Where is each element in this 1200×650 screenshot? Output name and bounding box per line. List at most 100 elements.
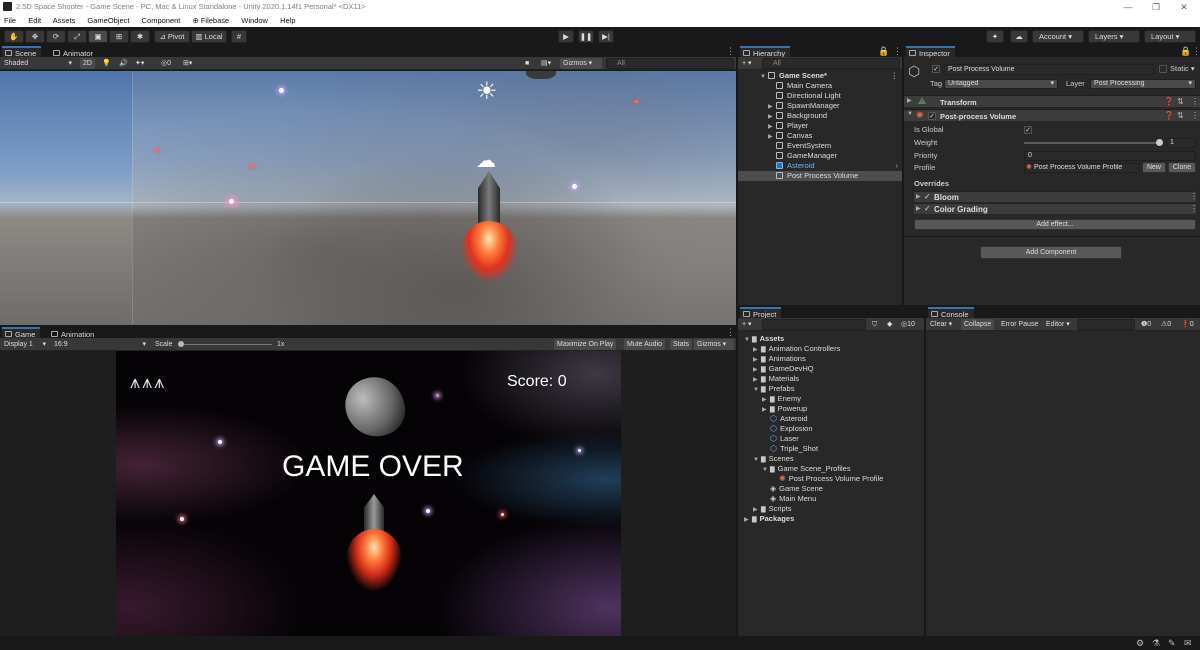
presets-icon[interactable]: ⇅ bbox=[1177, 111, 1184, 120]
foldout-arrow-icon[interactable]: ▶ bbox=[916, 193, 921, 200]
stats-toggle[interactable]: Stats bbox=[670, 339, 692, 350]
hierarchy-item[interactable]: Asteroid › bbox=[768, 161, 900, 171]
menu-window[interactable]: Window bbox=[241, 16, 268, 25]
presets-icon[interactable]: ⇅ bbox=[1177, 97, 1184, 106]
maximize-on-play-toggle[interactable]: Maximize On Play bbox=[554, 339, 617, 350]
error-pause-toggle[interactable]: Error Pause bbox=[998, 319, 1042, 330]
hierarchy-item[interactable]: EventSystem bbox=[768, 141, 900, 151]
hierarchy-lock-icon[interactable]: 🔒 bbox=[878, 47, 889, 56]
menu-component[interactable]: Component bbox=[142, 16, 181, 25]
aspect-dropdown[interactable]: 16:9 ▾ bbox=[51, 339, 149, 350]
tab-animation[interactable]: Animation bbox=[48, 327, 100, 339]
hierarchy-item[interactable]: Post Process Volume bbox=[738, 171, 902, 181]
progress-icon[interactable]: ⚙ bbox=[1136, 638, 1144, 649]
audio-icon[interactable]: 🔊 bbox=[116, 58, 131, 69]
clear-button[interactable]: Clear ▾ bbox=[927, 319, 956, 330]
warning-filter-toggle[interactable]: ⚠0 bbox=[1158, 319, 1175, 330]
project-item[interactable]: ▼ ▇ Prefabs bbox=[753, 384, 794, 394]
post-process-enabled-checkbox[interactable]: ✓ bbox=[928, 112, 936, 120]
project-item[interactable]: ▶ ▇ Enemy bbox=[762, 394, 801, 404]
project-item[interactable]: ▼ ▇ Assets bbox=[744, 334, 784, 344]
minimize-button[interactable]: — bbox=[1116, 0, 1140, 14]
scale-tool-icon[interactable]: ⤢ bbox=[67, 30, 87, 43]
folder-foldout-icon[interactable]: ▶ bbox=[744, 515, 752, 525]
log-filter-toggle[interactable]: ❶0 bbox=[1138, 319, 1155, 330]
hierarchy-item[interactable]: ▶ Background bbox=[768, 111, 900, 121]
project-item[interactable]: ▶ ▇ Powerup bbox=[762, 404, 807, 414]
tab-console[interactable]: Console bbox=[928, 307, 974, 319]
project-search-input[interactable] bbox=[762, 319, 866, 330]
collab-icon[interactable]: ✦ bbox=[986, 30, 1004, 43]
tab-project[interactable]: Project bbox=[740, 307, 782, 319]
mute-audio-toggle[interactable]: Mute Audio bbox=[624, 339, 666, 350]
hierarchy-menu-icon[interactable]: ⋮ bbox=[893, 47, 902, 56]
gizmos-dropdown[interactable]: Gizmos ▾ bbox=[560, 58, 602, 69]
hidden-packages-icon[interactable]: ◎10 bbox=[898, 319, 918, 330]
scene-viewport[interactable]: ☀ ☁ bbox=[0, 71, 736, 325]
layer-dropdown[interactable]: Post Processing ▾ bbox=[1090, 79, 1196, 89]
foldout-arrow-icon[interactable]: ▶ bbox=[916, 205, 921, 212]
maximize-button[interactable]: ❐ bbox=[1144, 0, 1168, 14]
menu-gameobject[interactable]: GameObject bbox=[87, 16, 129, 25]
hidden-objects-icon[interactable]: ◎0 bbox=[158, 58, 175, 69]
close-button[interactable]: ✕ bbox=[1172, 0, 1196, 14]
project-item[interactable]: ▶ ▇ Animation Controllers bbox=[753, 344, 840, 354]
draw-mode-icon[interactable]: ▤▾ bbox=[538, 58, 555, 69]
scene-search-input[interactable]: All bbox=[606, 58, 734, 69]
custom-tool-icon[interactable]: ✱ bbox=[130, 30, 150, 43]
project-item[interactable]: ⬡ Triple_Shot bbox=[762, 444, 818, 454]
prefab-open-arrow-icon[interactable]: › bbox=[896, 161, 899, 171]
layers-dropdown[interactable]: Layers ▾ bbox=[1088, 30, 1140, 43]
pause-button[interactable]: ❚❚ bbox=[578, 30, 594, 43]
project-item[interactable]: ▼ ▇ Game Scene_Profiles bbox=[762, 464, 851, 474]
scale-slider-track[interactable] bbox=[180, 344, 272, 345]
color-grading-menu-icon[interactable]: ⋮ bbox=[1190, 204, 1198, 213]
menu-help[interactable]: Help bbox=[280, 16, 295, 25]
cache-server-icon[interactable]: ⚗ bbox=[1152, 638, 1160, 649]
filter-by-label-icon[interactable]: ◆ bbox=[884, 319, 896, 330]
hierarchy-item[interactable]: GameManager bbox=[768, 151, 900, 161]
project-item[interactable]: ◈ Main Menu bbox=[762, 494, 816, 504]
debug-mode-icon[interactable]: ✎ bbox=[1168, 638, 1176, 649]
active-checkbox[interactable]: ✓ bbox=[932, 65, 940, 73]
menu-edit[interactable]: Edit bbox=[28, 16, 41, 25]
static-dropdown[interactable]: Static ▾ bbox=[1170, 64, 1195, 74]
help-icon[interactable]: ❓ bbox=[1164, 111, 1174, 120]
hierarchy-item[interactable]: Directional Light bbox=[768, 91, 900, 101]
game-view[interactable]: ⩚⩚⩚ Score: 0 GAME OVER bbox=[0, 351, 736, 636]
project-item[interactable]: ⬡ Explosion bbox=[762, 424, 813, 434]
project-item[interactable]: ⬡ Asteroid bbox=[762, 414, 808, 424]
project-item[interactable]: ✺ Post Process Volume Profile bbox=[771, 474, 883, 484]
hand-tool-icon[interactable]: ✋ bbox=[4, 30, 24, 43]
override-color-grading[interactable]: ▶ ✓ Color Grading ⋮ bbox=[914, 203, 1198, 214]
editor-dropdown[interactable]: Editor ▾ bbox=[1043, 319, 1073, 330]
game-menu-icon[interactable]: ⋮ bbox=[726, 328, 735, 337]
project-add-button[interactable]: + ▾ bbox=[739, 319, 755, 330]
transform-tool-icon[interactable]: ⊞ bbox=[109, 30, 129, 43]
mode-2d-toggle[interactable]: 2D bbox=[80, 58, 95, 69]
tab-game[interactable]: Game bbox=[2, 327, 41, 339]
project-item[interactable]: ▶ ▇ Materials bbox=[753, 374, 799, 384]
grid-snap-icon[interactable]: # bbox=[231, 30, 247, 43]
inspector-lock-icon[interactable]: 🔒 bbox=[1180, 47, 1191, 56]
scene-menu-kebab[interactable]: ⋮ bbox=[891, 71, 899, 81]
hierarchy-item[interactable]: Main Camera bbox=[768, 81, 900, 91]
color-grading-enabled-check[interactable]: ✓ bbox=[924, 204, 931, 213]
shading-dropdown[interactable]: Shaded ▾ bbox=[1, 58, 75, 69]
component-menu-icon[interactable]: ⋮ bbox=[1191, 97, 1199, 106]
rotate-tool-icon[interactable]: ⟳ bbox=[46, 30, 66, 43]
help-icon[interactable]: ❓ bbox=[1164, 97, 1174, 106]
play-button[interactable]: ▶ bbox=[558, 30, 574, 43]
grid-toggle-icon[interactable]: ⊞▾ bbox=[180, 58, 196, 69]
game-canvas[interactable]: ⩚⩚⩚ Score: 0 GAME OVER bbox=[116, 351, 621, 636]
foldout-arrow-icon[interactable]: ▶ bbox=[907, 97, 912, 104]
inspector-menu-icon[interactable]: ⋮ bbox=[1192, 47, 1200, 56]
notifications-icon[interactable]: ✉ bbox=[1184, 638, 1192, 649]
bloom-menu-icon[interactable]: ⋮ bbox=[1190, 192, 1198, 201]
post-process-component-header[interactable]: ▼ ✺ ✓ Post-process Volume ❓ ⇅ ⋮ bbox=[904, 109, 1200, 121]
project-item[interactable]: ▶ ▇ GameDevHQ bbox=[753, 364, 814, 374]
hierarchy-add-button[interactable]: + ▾ bbox=[739, 58, 755, 69]
override-bloom[interactable]: ▶ ✓ Bloom ⋮ bbox=[914, 191, 1198, 202]
filter-by-type-icon[interactable]: ⛉ bbox=[869, 319, 881, 330]
tag-dropdown[interactable]: Untagged ▾ bbox=[944, 79, 1058, 89]
